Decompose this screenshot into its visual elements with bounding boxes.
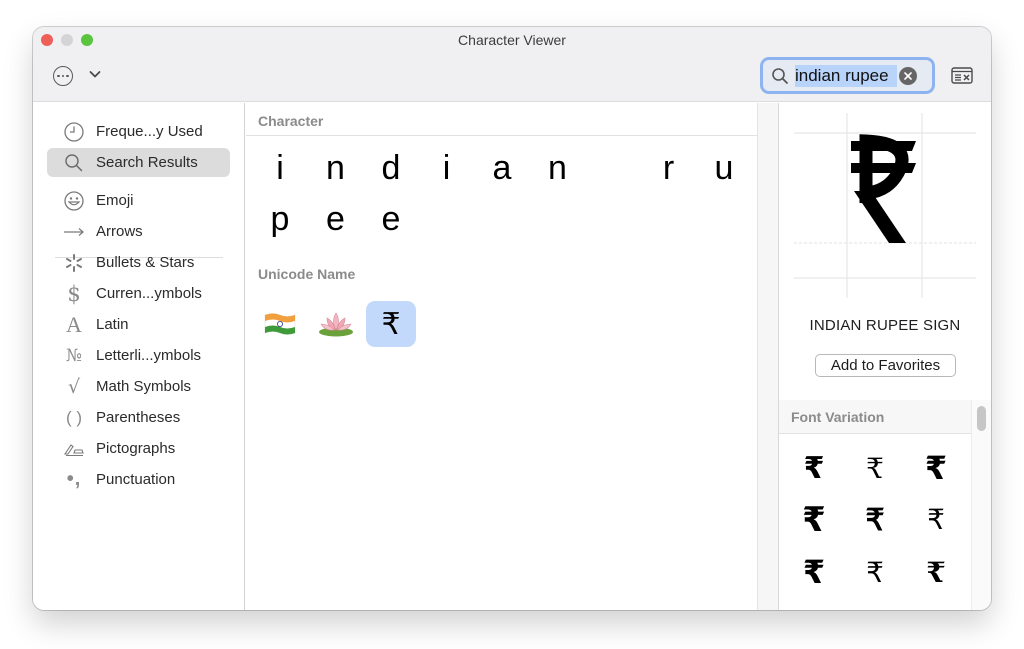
font-variation-cell[interactable]: ₹ <box>789 547 839 597</box>
font-variation-cell[interactable]: ₹ <box>911 599 961 611</box>
character-cell[interactable]: p <box>255 194 305 244</box>
font-variation-cell[interactable]: ₹ <box>911 443 961 493</box>
sidebar-item-parentheses[interactable]: ( ) Parentheses <box>47 403 230 432</box>
sidebar-item-arrows[interactable]: Arrows <box>47 217 230 246</box>
sidebar-item-emoji[interactable]: Emoji <box>47 186 230 215</box>
search-input[interactable]: indian rupee <box>795 64 897 87</box>
character-viewer-window: Character Viewer indian rupee Freque...y… <box>33 27 991 610</box>
titlebar: Character Viewer indian rupee <box>33 27 991 102</box>
keyboard-viewer-icon[interactable] <box>951 67 973 84</box>
punctuation-icon: •, <box>66 468 82 490</box>
smiley-icon <box>62 189 86 213</box>
font-variation-cell[interactable]: ₹ <box>850 495 900 545</box>
pictograph-icon <box>62 437 86 461</box>
inspector-panel: INDIAN RUPEE SIGN Add to Favorites Font … <box>779 103 991 610</box>
character-cell[interactable]: d <box>366 143 416 193</box>
font-variation-cell[interactable]: ₹ <box>850 443 900 493</box>
character-name: INDIAN RUPEE SIGN <box>809 317 961 334</box>
clock-icon <box>62 120 86 144</box>
glyph-preview <box>794 113 976 298</box>
font-variation-header: Font Variation <box>779 400 971 434</box>
dollar-icon: $ <box>67 281 81 306</box>
character-cell[interactable]: n <box>533 143 583 193</box>
latin-a-icon: A <box>66 311 82 337</box>
lotus-icon <box>319 312 353 337</box>
sidebar-item-math-symbols[interactable]: √ Math Symbols <box>47 372 230 401</box>
font-variation-cell[interactable]: ₹ <box>789 599 839 611</box>
clear-search-button[interactable] <box>899 66 917 85</box>
sidebar-item-pictographs[interactable]: Pictographs <box>47 434 230 463</box>
scrollbar-thumb[interactable] <box>977 406 986 431</box>
character-cell[interactable]: u <box>699 143 749 193</box>
panel-splitter[interactable] <box>757 103 779 610</box>
font-variation-cell[interactable]: ₹ <box>911 495 961 545</box>
font-variation-cell[interactable]: ₹ <box>850 599 900 611</box>
font-variation-cell[interactable]: ₹ <box>789 443 839 493</box>
category-sidebar: Freque...y Used Search Results Emoji Arr… <box>33 103 245 610</box>
results-panel: Character indian rupee Unicode Name ₹ <box>246 103 757 610</box>
flag-india-icon <box>264 313 296 335</box>
unicode-name-section-header: Unicode Name <box>258 266 356 282</box>
add-to-favorites-button[interactable]: Add to Favorites <box>815 354 956 377</box>
character-cell[interactable]: e <box>366 194 416 244</box>
sqrt-icon: √ <box>67 375 81 398</box>
search-icon <box>62 151 86 175</box>
character-cell[interactable]: i <box>255 143 305 193</box>
sidebar-item-bullets-stars[interactable]: Bullets & Stars <box>47 248 230 277</box>
sidebar-item-latin[interactable]: A Latin <box>47 310 230 339</box>
arrow-icon <box>62 220 86 244</box>
sidebar-item-frequently-used[interactable]: Freque...y Used <box>47 117 230 146</box>
character-section-header: Character <box>258 113 324 129</box>
sidebar-item-currency-symbols[interactable]: $ Curren...ymbols <box>47 279 230 308</box>
asterisk-icon <box>62 251 86 275</box>
font-variation-cell[interactable]: ₹ <box>911 547 961 597</box>
font-variation-scrollbar[interactable] <box>971 400 991 610</box>
result-indian-rupee-sign[interactable]: ₹ <box>366 301 416 347</box>
character-cell[interactable] <box>588 143 638 193</box>
sidebar-item-punctuation[interactable]: •, Punctuation <box>47 465 230 494</box>
section-divider <box>246 135 757 136</box>
font-variation-cell[interactable]: ₹ <box>850 547 900 597</box>
result-flag-india[interactable] <box>255 301 305 347</box>
result-lotus[interactable] <box>311 301 361 347</box>
character-cell[interactable]: r <box>644 143 694 193</box>
parentheses-icon: ( ) <box>65 407 83 427</box>
character-cell[interactable]: a <box>477 143 527 193</box>
character-cell[interactable]: n <box>311 143 361 193</box>
window-title: Character Viewer <box>458 32 566 48</box>
font-variation-grid: ₹₹₹₹₹₹₹₹₹₹₹₹ <box>779 435 971 610</box>
character-cell[interactable]: e <box>311 194 361 244</box>
sidebar-item-search-results[interactable]: Search Results <box>47 148 230 177</box>
chevron-down-icon[interactable] <box>88 67 102 81</box>
rupee-preview-icon <box>851 134 916 243</box>
search-field[interactable]: indian rupee <box>760 57 935 94</box>
rupee-glyph: ₹ <box>381 306 401 342</box>
ellipsis-circle-icon[interactable] <box>53 66 73 86</box>
clear-icon <box>904 71 912 80</box>
character-cell[interactable]: i <box>422 143 472 193</box>
sidebar-item-letterlike-symbols[interactable]: № Letterli...ymbols <box>47 341 230 370</box>
font-variation-cell[interactable]: ₹ <box>789 495 839 545</box>
search-icon <box>772 67 788 84</box>
numero-icon: № <box>65 345 83 366</box>
